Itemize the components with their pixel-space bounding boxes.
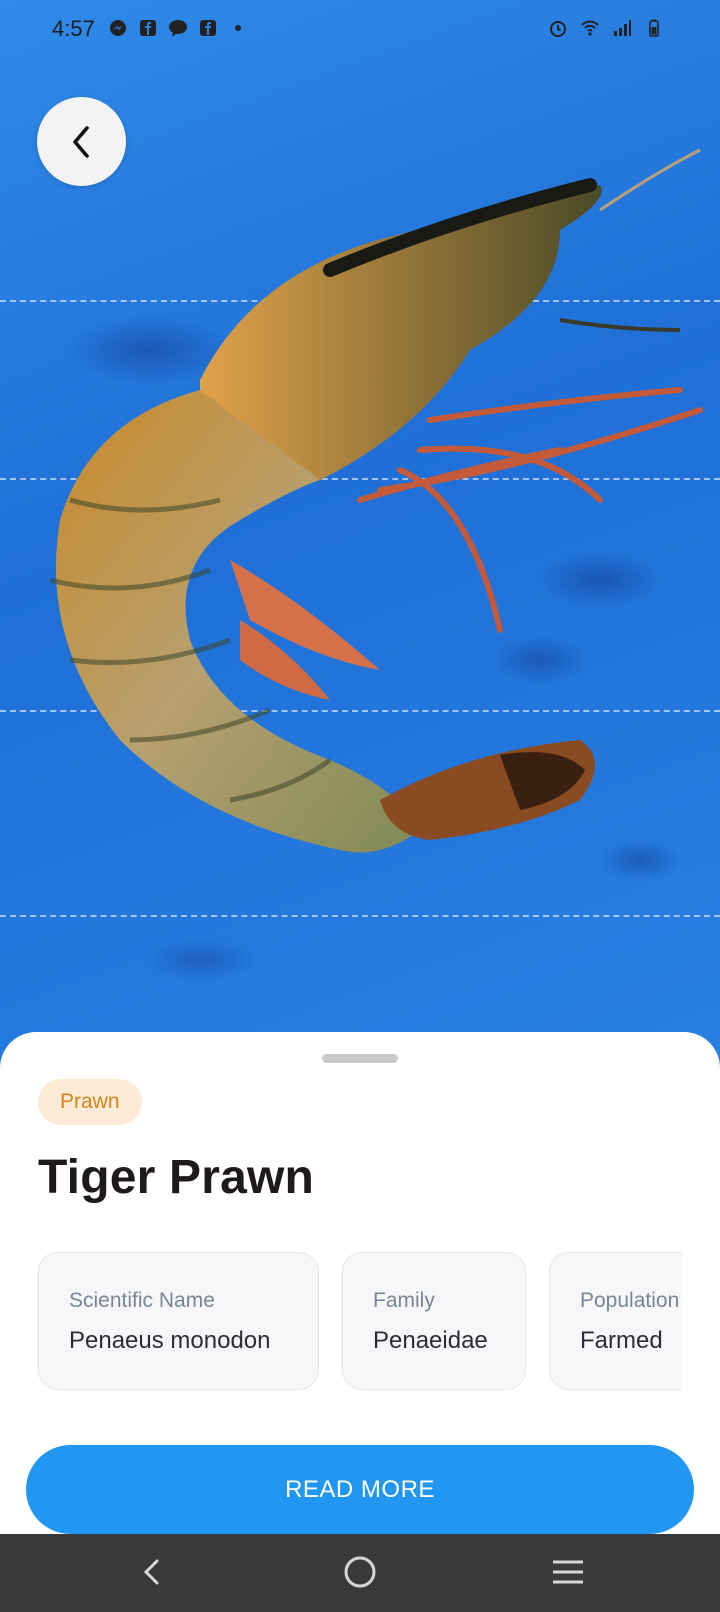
wifi-icon bbox=[581, 20, 599, 36]
sheet-drag-handle[interactable] bbox=[322, 1054, 398, 1063]
info-card-value: Farmed bbox=[580, 1327, 663, 1354]
info-card-population: Population Farmed bbox=[549, 1252, 682, 1390]
facebook-icon bbox=[200, 20, 216, 36]
info-card-family: Family Penaeidae bbox=[342, 1252, 526, 1390]
category-tag: Prawn bbox=[38, 1079, 142, 1125]
back-nav-icon bbox=[143, 1559, 159, 1585]
info-card-label: Family bbox=[373, 1289, 435, 1312]
facebook-icon bbox=[140, 20, 156, 36]
status-time: 4:57 bbox=[52, 16, 95, 41]
dot-icon bbox=[235, 25, 241, 31]
messenger-icon bbox=[110, 20, 126, 36]
read-more-button[interactable]: READ MORE bbox=[26, 1445, 694, 1534]
nav-home-button[interactable] bbox=[340, 1552, 380, 1592]
info-card-value: Penaeidae bbox=[373, 1327, 488, 1354]
info-card-label: Population bbox=[580, 1289, 680, 1312]
nav-recents-button[interactable] bbox=[548, 1552, 588, 1592]
chevron-left-icon bbox=[72, 125, 89, 158]
page-title: Tiger Prawn bbox=[38, 1151, 315, 1204]
info-cards[interactable]: Scientific Name Penaeus monodon Family P… bbox=[38, 1252, 682, 1396]
back-button[interactable] bbox=[37, 97, 126, 186]
home-nav-icon bbox=[344, 1556, 376, 1588]
battery-icon bbox=[649, 19, 659, 37]
chat-bubble-icon bbox=[169, 20, 187, 37]
nav-back-button[interactable] bbox=[132, 1552, 172, 1592]
info-card-label: Scientific Name bbox=[69, 1289, 215, 1312]
detail-sheet: Prawn Tiger Prawn Scientific Name Penaeu… bbox=[0, 1032, 720, 1540]
info-card-value: Penaeus monodon bbox=[69, 1327, 271, 1354]
system-nav-bar bbox=[0, 1534, 720, 1612]
signal-icon bbox=[614, 20, 631, 36]
info-card-scientific-name: Scientific Name Penaeus monodon bbox=[38, 1252, 319, 1390]
status-bar: 4:57 bbox=[0, 0, 720, 60]
alarm-icon bbox=[550, 21, 566, 37]
recents-nav-icon bbox=[553, 1560, 583, 1584]
